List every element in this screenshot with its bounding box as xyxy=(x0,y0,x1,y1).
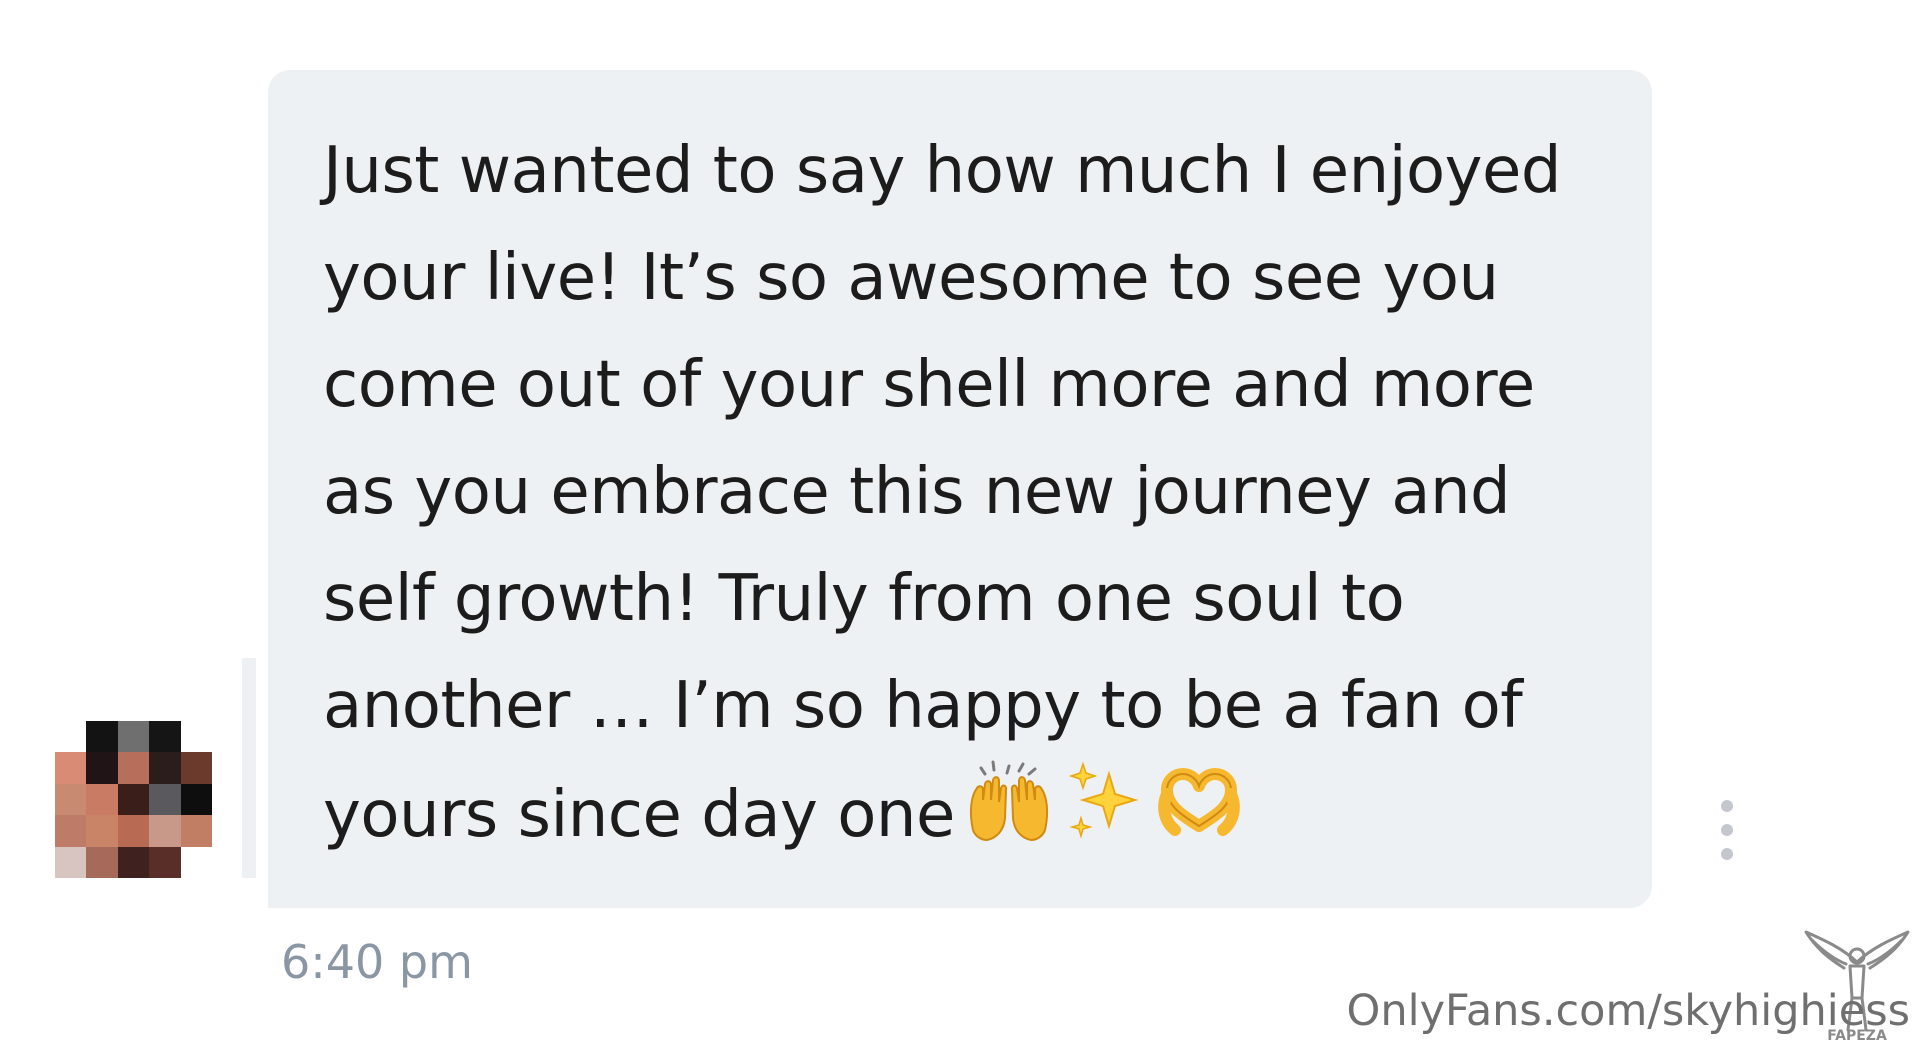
more-vertical-icon-dot-2 xyxy=(1721,824,1733,836)
avatar-pixel xyxy=(55,752,87,784)
message-line-3: come out of your shell more and more xyxy=(323,348,1535,422)
avatar-pixel xyxy=(117,846,150,878)
avatar-pixel xyxy=(117,783,150,816)
avatar-pixel xyxy=(86,752,118,784)
avatar-pixel xyxy=(180,721,212,753)
message-timestamp: 6:40 pm xyxy=(281,935,473,989)
more-vertical-icon-dot-3 xyxy=(1721,848,1733,860)
more-vertical-icon xyxy=(1721,800,1733,812)
heart-hands-emoji xyxy=(1153,760,1245,877)
avatar-pixel xyxy=(55,846,87,878)
message-line-4: as you embrace this new journey and xyxy=(323,455,1511,529)
avatar-pixel xyxy=(149,752,181,784)
avatar-pixel xyxy=(86,783,118,816)
avatar-pixel xyxy=(55,815,87,847)
message-line-6: another … I’m so happy to be a fan of xyxy=(323,669,1523,743)
avatar-pixel xyxy=(180,752,212,784)
avatar-pixel xyxy=(86,721,118,753)
message-line-7-text: yours since day one xyxy=(323,778,955,853)
avatar-divider xyxy=(242,658,256,878)
watermark-url: OnlyFans.com/skyhighiess xyxy=(1346,986,1910,1036)
avatar-pixel xyxy=(117,721,150,753)
avatar-pixel xyxy=(149,721,181,753)
avatar-pixel xyxy=(149,815,181,847)
avatar-pixel xyxy=(180,783,212,816)
avatar-pixel xyxy=(55,783,87,816)
message-line-1: Just wanted to say how much I enjoyed xyxy=(323,134,1562,208)
message-more-button[interactable] xyxy=(1710,800,1744,860)
message-text: Just wanted to say how much I enjoyed yo… xyxy=(323,118,1602,877)
avatar-pixel xyxy=(117,752,150,784)
avatar-pixel xyxy=(55,721,87,753)
avatar[interactable] xyxy=(55,721,212,878)
avatar-pixel xyxy=(86,815,118,847)
message-line-5: self growth! Truly from one soul to xyxy=(323,562,1405,636)
chat-screen: Just wanted to say how much I enjoyed yo… xyxy=(0,0,1920,1044)
avatar-pixel xyxy=(149,846,181,878)
sparkles-emoji xyxy=(1063,760,1147,877)
avatar-pixel xyxy=(149,783,181,816)
avatar-pixel xyxy=(180,846,212,878)
message-line-7: yours since day one xyxy=(323,760,1602,877)
raising-hands-emoji xyxy=(961,760,1057,877)
message-line-2: your live! It’s so awesome to see you xyxy=(323,241,1499,315)
avatar-pixel xyxy=(117,815,150,847)
avatar-pixel xyxy=(86,846,118,878)
avatar-pixel xyxy=(180,815,212,847)
message-bubble[interactable]: Just wanted to say how much I enjoyed yo… xyxy=(268,70,1652,908)
